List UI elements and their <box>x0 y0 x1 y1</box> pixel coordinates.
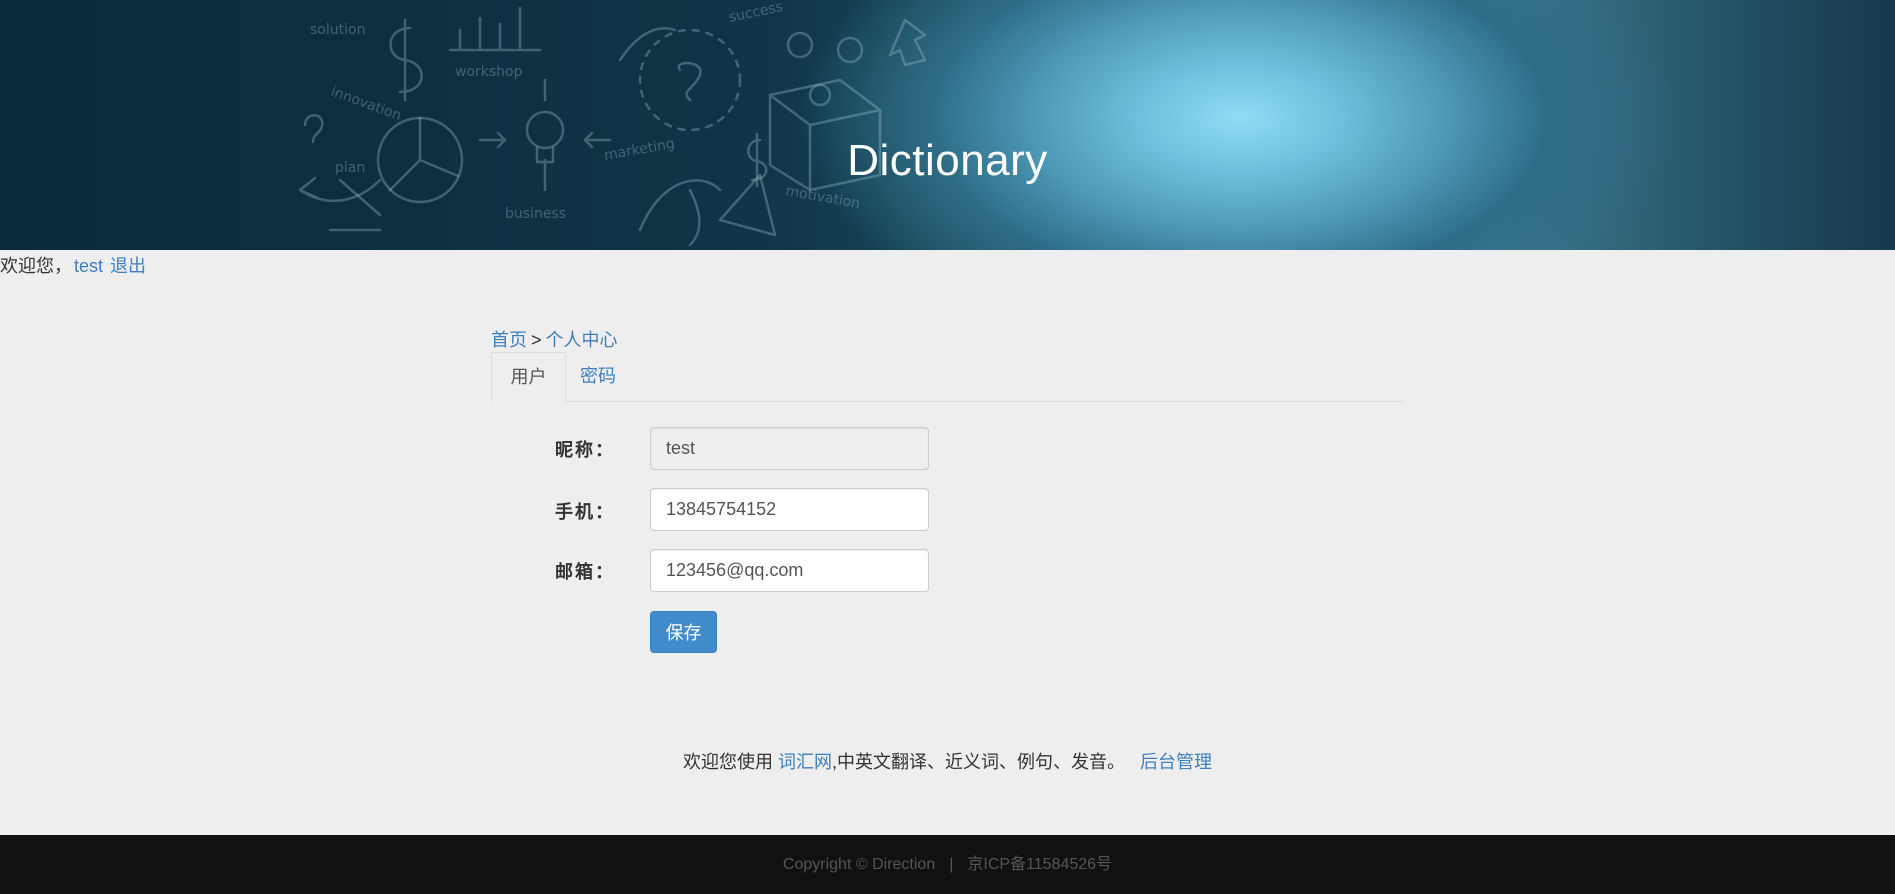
icp-text: 京ICP备11584526号 <box>967 856 1113 873</box>
nickname-input[interactable] <box>650 427 929 470</box>
doodle-word-solution: solution <box>310 22 365 38</box>
footer-bar: Copyright © Direction | 京ICP备11584526号 <box>0 835 1895 894</box>
site-intro: 欢迎您使用 词汇网,中英文翻译、近义词、例句、发音。 后台管理 <box>0 748 1895 774</box>
intro-prefix: 欢迎您使用 <box>682 752 773 772</box>
save-button[interactable]: 保存 <box>650 611 717 653</box>
phone-input[interactable] <box>650 488 929 531</box>
breadcrumb: 首页 > 个人中心 <box>491 326 618 352</box>
logout-link[interactable]: 退出 <box>110 256 146 276</box>
header-banner: solution workshop innovation plan succes… <box>0 0 1895 250</box>
footer-divider: | <box>949 856 954 873</box>
welcome-greeting: 欢迎您， <box>0 256 72 276</box>
site-name-link[interactable]: 词汇网 <box>778 752 832 772</box>
nickname-label: 昵称： <box>555 440 615 460</box>
doodle-word-success: success <box>728 0 785 26</box>
doodle-word-innovation: innovation <box>329 84 404 124</box>
breadcrumb-home-link[interactable]: 首页 <box>491 330 527 350</box>
phone-label: 手机： <box>555 502 615 522</box>
site-title: Dictionary <box>847 136 1048 185</box>
doodle-word-business: business <box>505 206 566 222</box>
tab-password[interactable]: 密码 <box>566 352 630 402</box>
email-input[interactable] <box>650 549 929 592</box>
doodle-word-workshop: workshop <box>455 64 523 80</box>
copyright-text: Copyright © Direction <box>782 856 936 873</box>
profile-tabs: 用户 密码 <box>491 352 1404 403</box>
breadcrumb-current-link[interactable]: 个人中心 <box>546 330 618 350</box>
welcome-bar: 欢迎您， test 退出 <box>0 252 146 278</box>
intro-suffix: ,中英文翻译、近义词、例句、发音。 <box>832 752 1125 772</box>
email-label: 邮箱： <box>555 562 615 582</box>
breadcrumb-separator: > <box>531 330 542 350</box>
username-link[interactable]: test <box>74 256 103 276</box>
admin-link[interactable]: 后台管理 <box>1140 752 1212 772</box>
doodle-illustration: solution workshop innovation plan succes… <box>298 0 927 247</box>
tab-user[interactable]: 用户 <box>491 352 566 403</box>
